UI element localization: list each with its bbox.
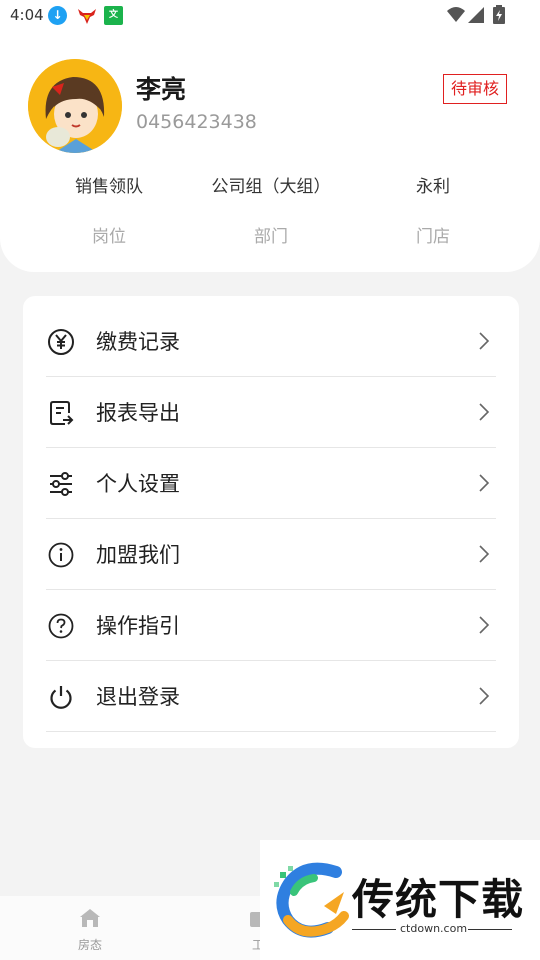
menu-item-operation-guide[interactable]: 操作指引 — [23, 590, 519, 661]
sliders-icon — [47, 470, 75, 498]
menu-item-label: 缴费记录 — [96, 330, 180, 354]
status-bar: 4:04 ↓ 文 — [0, 0, 540, 32]
signal-icon — [466, 5, 486, 25]
chevron-right-icon — [477, 401, 491, 423]
user-name: 李亮 — [136, 75, 187, 104]
home-icon — [78, 906, 102, 930]
bull-app-icon — [76, 6, 96, 26]
green-app-icon: 文 — [104, 6, 124, 26]
watermark-logo-icon — [266, 862, 350, 938]
download-icon: ↓ — [48, 6, 68, 26]
status-badge: 待审核 — [443, 74, 508, 104]
avatar[interactable] — [28, 59, 122, 153]
chevron-right-icon — [477, 685, 491, 707]
report-export-icon — [47, 399, 75, 427]
department-value: 公司组（大组） — [211, 177, 331, 197]
nav-label: 房态 — [77, 938, 102, 952]
position-label: 岗位 — [92, 227, 126, 247]
menu-item-label: 报表导出 — [96, 401, 180, 425]
power-icon — [47, 683, 75, 711]
store-value: 永利 — [416, 177, 450, 197]
chevron-right-icon — [477, 614, 491, 636]
menu-item-personal-settings[interactable]: 个人设置 — [23, 448, 519, 519]
menu-item-label: 操作指引 — [96, 614, 180, 638]
watermark: 传统下载 ctdown.com — [260, 840, 540, 960]
battery-icon — [492, 5, 512, 25]
menu-item-payment-records[interactable]: 缴费记录 — [23, 306, 519, 377]
watermark-title: 传统下载 — [352, 875, 525, 924]
help-icon — [47, 612, 75, 640]
yen-icon — [47, 328, 75, 356]
chevron-right-icon — [477, 543, 491, 565]
menu-item-report-export[interactable]: 报表导出 — [23, 377, 519, 448]
position-value: 销售领队 — [75, 177, 143, 197]
user-phone: 0456423438 — [136, 111, 257, 133]
watermark-line-left — [352, 929, 396, 930]
status-time: 4:04 — [10, 6, 44, 24]
info-icon — [47, 541, 75, 569]
menu-item-label: 退出登录 — [96, 685, 180, 709]
menu-card: 缴费记录 报表导出 个人设置 加盟我们 操作指引 退出登录 — [23, 296, 519, 748]
menu-item-logout[interactable]: 退出登录 — [23, 661, 519, 732]
divider — [46, 731, 496, 732]
nav-item-room-status[interactable]: 房态 — [45, 896, 135, 960]
profile-card: 李亮 0456423438 待审核 销售领队 公司组（大组） 永利 岗位 部门 … — [0, 32, 540, 272]
wifi-icon — [446, 5, 466, 25]
menu-item-label: 个人设置 — [96, 472, 180, 496]
chevron-right-icon — [477, 472, 491, 494]
department-label: 部门 — [254, 227, 288, 247]
chevron-right-icon — [477, 330, 491, 352]
menu-item-join-us[interactable]: 加盟我们 — [23, 519, 519, 590]
watermark-line-right — [468, 929, 512, 930]
watermark-url: ctdown.com — [400, 922, 468, 935]
menu-item-label: 加盟我们 — [96, 543, 180, 567]
store-label: 门店 — [416, 227, 450, 247]
